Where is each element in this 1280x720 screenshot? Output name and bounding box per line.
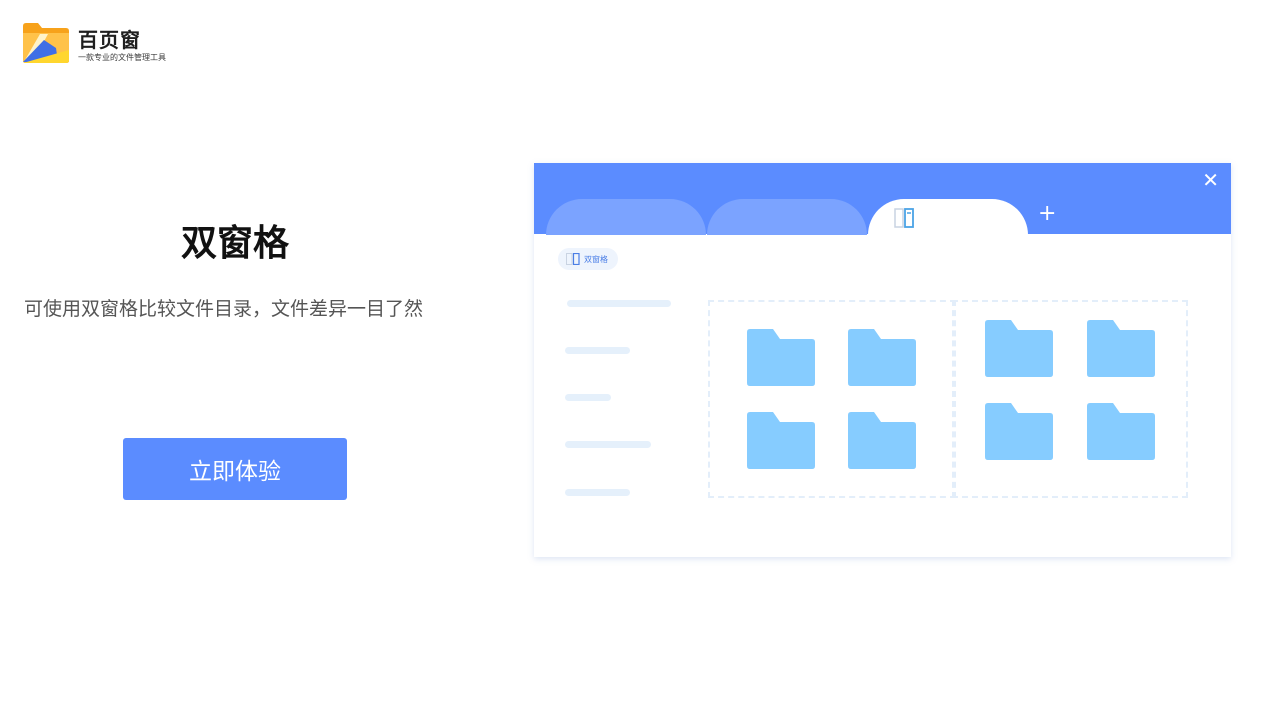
sidebar-placeholder: [565, 489, 630, 496]
dual-pane-icon: [894, 208, 914, 228]
illustration-tab: [546, 199, 706, 235]
illustration-tab-bar: + ✕: [534, 163, 1231, 235]
sidebar-placeholder: [565, 394, 611, 401]
try-now-button[interactable]: 立即体验: [123, 438, 347, 500]
folder-icon: [747, 412, 815, 469]
close-icon: ✕: [1202, 168, 1219, 192]
left-pane: [708, 300, 956, 498]
dual-pane-illustration: + ✕ 双窗格: [534, 163, 1231, 557]
folder-icon: [1087, 320, 1155, 377]
folder-icon: [1087, 403, 1155, 460]
feature-description: 可使用双窗格比较文件目录，文件差异一目了然: [24, 298, 424, 320]
brand-tagline: 一款专业的文件管理工具: [78, 53, 166, 62]
plus-icon: +: [1038, 201, 1057, 226]
folder-icon: [985, 320, 1053, 377]
folder-icon: [848, 412, 916, 469]
pill-label: 双窗格: [584, 254, 608, 264]
sidebar-placeholder: [565, 441, 651, 448]
app-logo: 百页窗 一款专业的文件管理工具: [22, 22, 182, 66]
folder-icon: [747, 329, 815, 386]
sidebar-placeholder: [565, 347, 630, 354]
brand-name: 百页窗: [78, 28, 141, 52]
dual-pane-icon: [566, 253, 580, 265]
sidebar-placeholder: [567, 300, 671, 307]
illustration-tab: [707, 199, 867, 235]
folder-icon: [848, 329, 916, 386]
feature-title: 双窗格: [180, 223, 289, 264]
illustration-active-tab: [868, 199, 1028, 235]
folder-logo-icon: [23, 23, 69, 63]
folder-icon: [985, 403, 1053, 460]
illustration-pill: 双窗格: [558, 248, 618, 270]
